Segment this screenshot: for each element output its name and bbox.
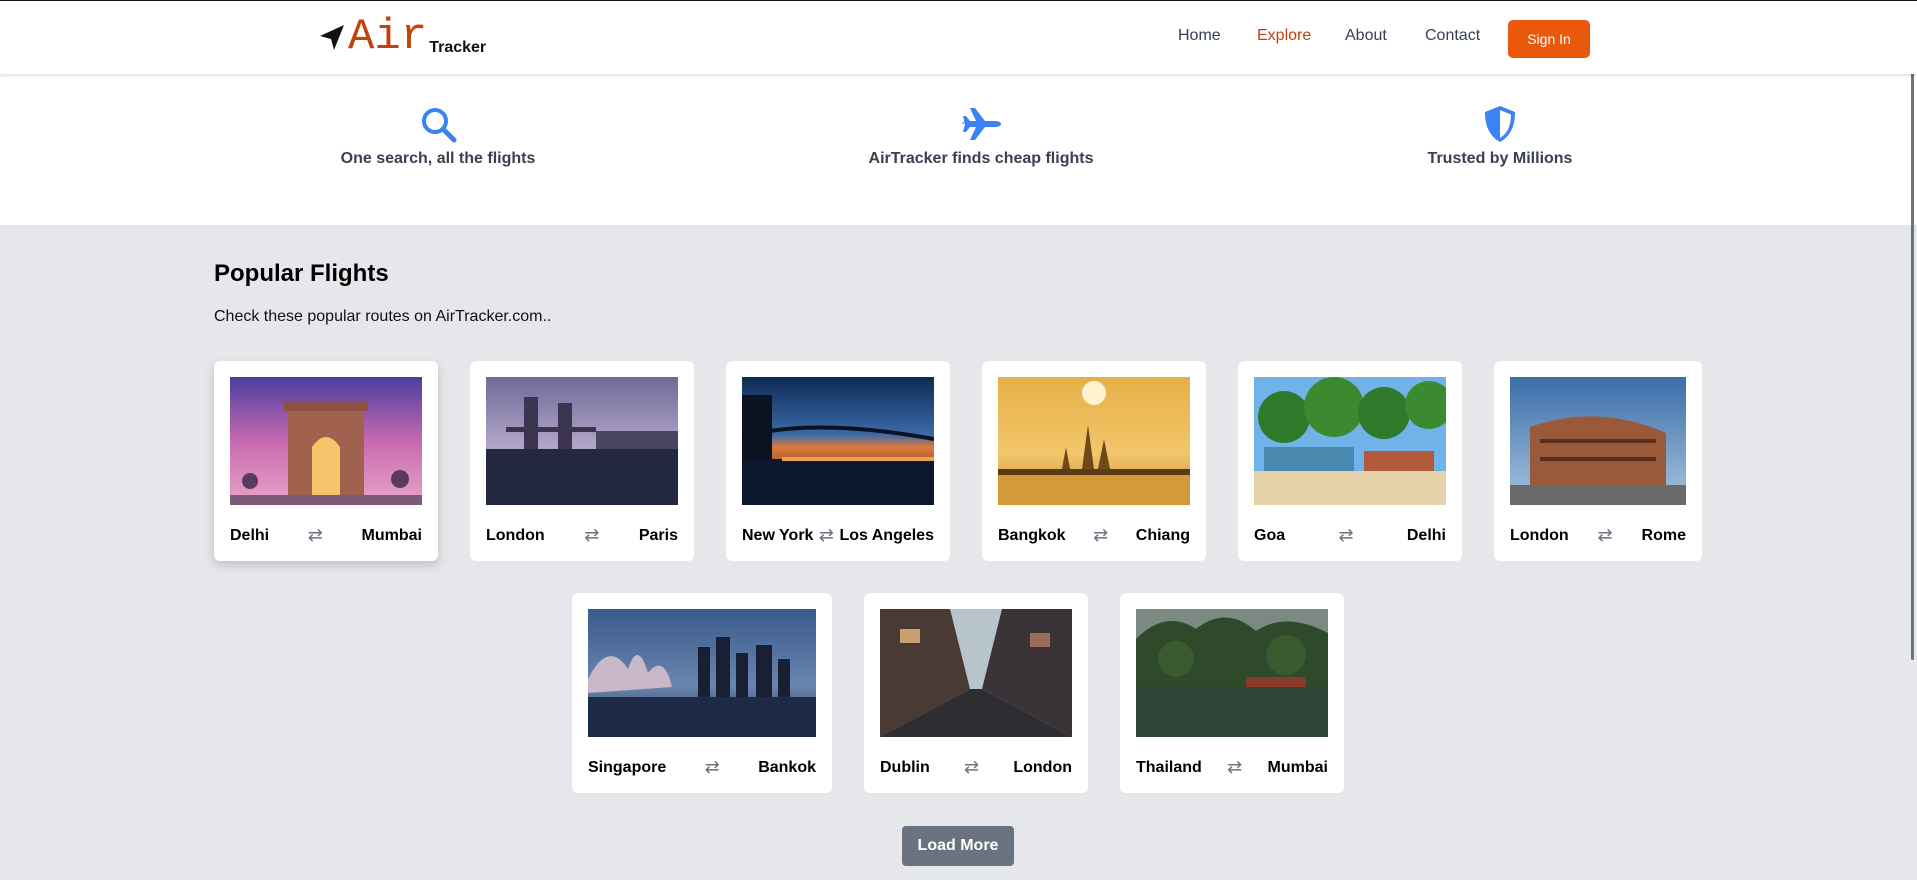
feature-cheap: AirTracker finds cheap flights xyxy=(801,104,1161,168)
route-to: Paris xyxy=(638,526,678,544)
feature-trusted: Trusted by Millions xyxy=(1320,104,1680,168)
route-from: London xyxy=(486,526,545,544)
route-row: Goa ⇄ Delhi xyxy=(1254,525,1446,546)
popular-flights-subtitle: Check these popular routes on AirTracker… xyxy=(214,308,552,325)
route-card-delhi-mumbai[interactable]: Delhi ⇄ Mumbai xyxy=(214,361,438,561)
route-to: Delhi xyxy=(1406,526,1446,544)
route-card-london-paris[interactable]: London ⇄ Paris xyxy=(470,361,694,561)
route-card-goa-delhi[interactable]: Goa ⇄ Delhi xyxy=(1238,361,1462,561)
swap-arrows-icon: ⇄ xyxy=(1227,757,1243,777)
marina-bay-photo xyxy=(588,609,816,737)
logo-air-text: Air xyxy=(348,12,428,62)
swap-arrows-icon: ⇄ xyxy=(964,757,980,777)
swap-arrows-icon: ⇄ xyxy=(1597,525,1613,545)
feature-search-label: One search, all the flights xyxy=(340,150,536,167)
popular-flights-title: Popular Flights xyxy=(214,260,389,287)
route-from: Singapore xyxy=(588,758,667,776)
swap-arrows-icon: ⇄ xyxy=(584,525,600,545)
route-from: New York xyxy=(742,526,814,544)
page-scrollbar[interactable] xyxy=(1911,36,1914,660)
route-card-dublin-london[interactable]: Dublin ⇄ London xyxy=(864,593,1088,793)
route-row: London ⇄ Rome xyxy=(1510,525,1686,546)
shield-icon xyxy=(1485,106,1515,142)
route-card-thailand-mumbai[interactable]: Thailand ⇄ Mumbai xyxy=(1120,593,1344,793)
wat-arun-photo xyxy=(998,377,1190,505)
route-row: Thailand ⇄ Mumbai xyxy=(1136,757,1328,778)
route-row: Dublin ⇄ London xyxy=(880,757,1072,778)
route-to: Mumbai xyxy=(1267,758,1328,776)
route-from: Thailand xyxy=(1136,758,1202,776)
route-to: Rome xyxy=(1641,526,1686,544)
williamsburg-bridge-photo xyxy=(742,377,934,505)
route-to: Bankok xyxy=(758,758,816,776)
swap-arrows-icon: ⇄ xyxy=(307,525,323,545)
route-from: London xyxy=(1510,526,1569,544)
sign-in-button[interactable]: Sign In xyxy=(1508,20,1590,58)
search-icon xyxy=(422,108,457,143)
route-row: New York ⇄ Los Angeles xyxy=(742,525,934,546)
airplane-icon xyxy=(962,108,1001,140)
swap-arrows-icon: ⇄ xyxy=(704,757,720,777)
india-gate-photo xyxy=(230,377,422,505)
logo-tracker-text: Tracker xyxy=(429,39,487,56)
route-card-newyork-losangeles[interactable]: New York ⇄ Los Angeles xyxy=(726,361,950,561)
route-from: Dublin xyxy=(880,758,930,776)
feature-cheap-label: AirTracker finds cheap flights xyxy=(868,150,1094,167)
load-more-button[interactable]: Load More xyxy=(902,826,1014,866)
nav-about[interactable]: About xyxy=(1345,27,1387,45)
colosseum-photo xyxy=(1510,377,1686,505)
swap-arrows-icon: ⇄ xyxy=(1338,525,1354,545)
route-to: Mumbai xyxy=(361,526,422,544)
route-row: Delhi ⇄ Mumbai xyxy=(230,525,422,546)
route-from: Goa xyxy=(1254,526,1286,544)
route-to: Los Angeles xyxy=(839,526,934,544)
nav-home[interactable]: Home xyxy=(1178,27,1221,45)
route-card-bangkok-chiang[interactable]: Bangkok ⇄ Chiang xyxy=(982,361,1206,561)
route-from: Bangkok xyxy=(998,526,1066,544)
feature-search: One search, all the flights xyxy=(258,104,618,168)
tower-bridge-photo xyxy=(486,377,678,505)
palm-beach-photo xyxy=(1254,377,1446,505)
route-row: London ⇄ Paris xyxy=(486,525,678,546)
route-card-london-rome[interactable]: London ⇄ Rome xyxy=(1494,361,1702,561)
nav-contact[interactable]: Contact xyxy=(1425,27,1480,45)
feature-trusted-label: Trusted by Millions xyxy=(1427,150,1573,167)
swap-arrows-icon: ⇄ xyxy=(1093,525,1109,545)
swap-arrows-icon: ⇄ xyxy=(818,525,834,545)
paper-plane-icon xyxy=(320,25,344,50)
site-header: Air Tracker Home Explore About Contact S… xyxy=(0,0,1917,74)
jungle-lake-photo xyxy=(1136,609,1328,737)
route-from: Delhi xyxy=(230,526,270,544)
route-card-singapore-bankok[interactable]: Singapore ⇄ Bankok xyxy=(572,593,832,793)
features-band: One search, all the flights AirTracker f… xyxy=(0,74,1917,225)
route-to: London xyxy=(1013,758,1072,776)
route-row: Singapore ⇄ Bankok xyxy=(588,757,816,778)
route-to: Chiang xyxy=(1135,526,1190,544)
route-row: Bangkok ⇄ Chiang xyxy=(998,525,1190,546)
city-street-photo xyxy=(880,609,1072,737)
nav-explore[interactable]: Explore xyxy=(1257,27,1311,45)
logo[interactable]: Air Tracker xyxy=(318,15,486,59)
